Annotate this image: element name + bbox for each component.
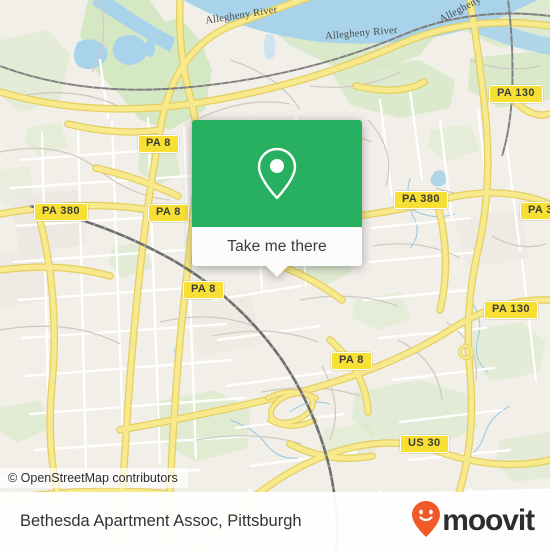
moovit-wordmark: moovit <box>442 504 535 537</box>
road-shield-pa380[interactable]: PA 380 <box>394 191 448 209</box>
road-shield-pa8[interactable]: PA 8 <box>331 352 372 370</box>
road-shield-pa130[interactable]: PA 130 <box>489 85 543 103</box>
road-shield-pa8[interactable]: PA 8 <box>183 281 224 299</box>
popup-tail-pointer <box>266 266 288 277</box>
moovit-logo[interactable]: moovit <box>411 500 535 543</box>
popup-action-bar[interactable]: Take me there <box>192 227 362 277</box>
location-popup-card[interactable]: Take me there <box>192 120 362 277</box>
osm-attribution[interactable]: © OpenStreetMap contributors <box>0 468 188 488</box>
take-me-there-label: Take me there <box>227 237 327 255</box>
road-shield-pa8[interactable]: PA 8 <box>148 204 189 222</box>
place-title: Bethesda Apartment Assoc, Pittsburgh <box>20 511 302 530</box>
road-shield-pa380[interactable]: PA 380 <box>34 203 88 221</box>
road-shield-pa130[interactable]: PA 130 <box>484 301 538 319</box>
popup-pin-panel <box>192 120 362 227</box>
moovit-smiley-pin-icon <box>411 500 441 543</box>
bottom-info-bar: Bethesda Apartment Assoc, Pittsburgh moo… <box>0 492 550 550</box>
road-shield-us30[interactable]: US 30 <box>400 435 449 453</box>
map-pin-icon <box>254 146 300 202</box>
road-shield-pa3[interactable]: PA 3 <box>520 202 550 220</box>
map-canvas[interactable]: Allegheny River Allegheny River Alleghen… <box>0 0 550 550</box>
road-shield-pa8[interactable]: PA 8 <box>138 135 179 153</box>
map-screenshot: Allegheny River Allegheny River Alleghen… <box>0 0 550 550</box>
